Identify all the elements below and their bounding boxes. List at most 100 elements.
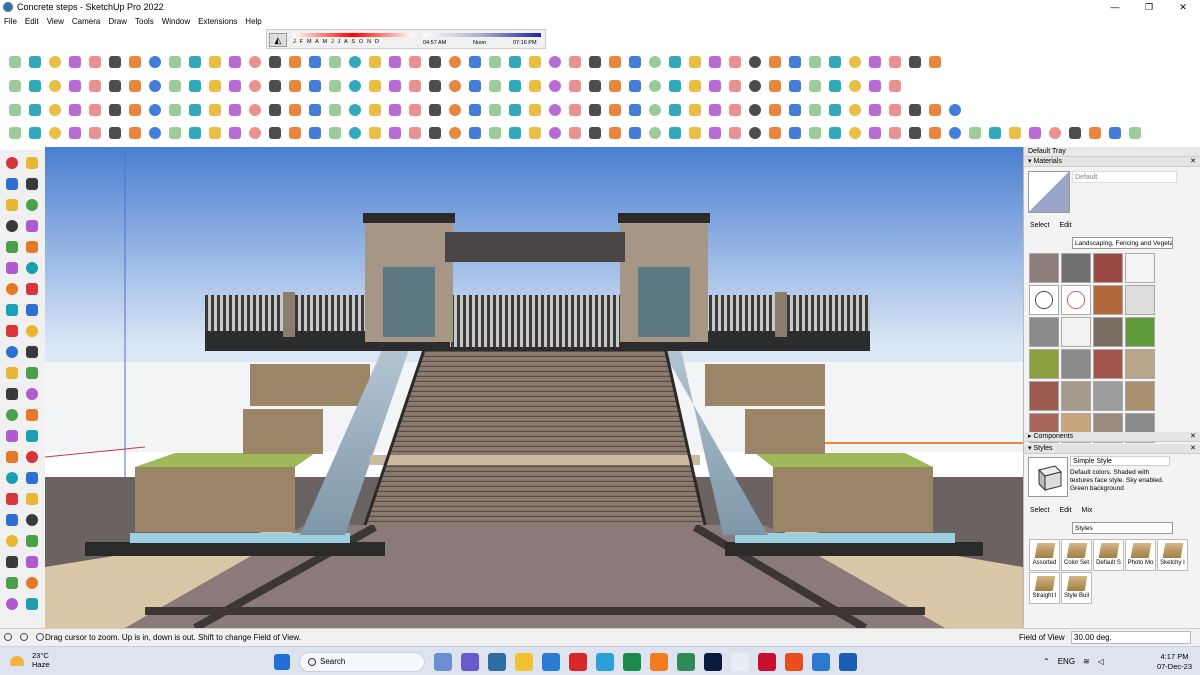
maximize-button[interactable]: ❐	[1132, 0, 1166, 14]
menu-window[interactable]: Window	[158, 17, 194, 26]
toolbar-tool-icon[interactable]	[26, 102, 43, 119]
style-name-field[interactable]: Simple Style	[1070, 456, 1170, 466]
toolbar-tool-icon[interactable]	[826, 102, 843, 119]
toolbar-tool-icon[interactable]	[646, 102, 663, 119]
toolbar-tool-icon[interactable]	[246, 125, 263, 142]
large-tool-icon[interactable]	[3, 490, 20, 507]
toolbar-tool-icon[interactable]	[886, 102, 903, 119]
toolbar-tool-icon[interactable]	[626, 78, 643, 95]
toolbar-tool-icon[interactable]	[46, 102, 63, 119]
components-panel-header[interactable]: ▸ Components ✕	[1024, 432, 1200, 442]
style-collection-straight[interactable]: Straight I	[1029, 572, 1060, 604]
toolbar-tool-icon[interactable]	[546, 102, 563, 119]
toolbar-tool-icon[interactable]	[746, 78, 763, 95]
toolbar-tool-icon[interactable]	[446, 78, 463, 95]
toolbar-tool-icon[interactable]	[946, 125, 963, 142]
styles-panel-header[interactable]: ▾ Styles ✕	[1024, 444, 1200, 454]
toolbar-tool-icon[interactable]	[506, 54, 523, 71]
start-menu-icon[interactable]	[274, 654, 290, 670]
toolbar-tool-icon[interactable]	[466, 78, 483, 95]
material-swatch[interactable]	[1125, 349, 1155, 379]
toolbar-tool-icon[interactable]	[906, 54, 923, 71]
account-icon[interactable]	[36, 633, 44, 641]
toolbar-tool-icon[interactable]	[906, 125, 923, 142]
toolbar-tool-icon[interactable]	[306, 78, 323, 95]
material-swatch[interactable]	[1093, 349, 1123, 379]
toolbar-tool-icon[interactable]	[206, 54, 223, 71]
toolbar-tool-icon[interactable]	[326, 78, 343, 95]
toolbar-tool-icon[interactable]	[166, 125, 183, 142]
toolbar-tool-icon[interactable]	[246, 102, 263, 119]
chevron-up-icon[interactable]: ⌃	[1043, 657, 1050, 666]
toolbar-tool-icon[interactable]	[946, 102, 963, 119]
toolbar-tool-icon[interactable]	[406, 102, 423, 119]
styles-library-dropdown[interactable]: Styles	[1072, 522, 1173, 534]
large-tool-icon[interactable]	[3, 595, 20, 612]
large-tool-icon[interactable]	[3, 448, 20, 465]
toolbar-tool-icon[interactable]	[726, 102, 743, 119]
large-tool-icon[interactable]	[3, 238, 20, 255]
materials-panel-header[interactable]: ▾ Materials ✕	[1024, 157, 1200, 167]
large-tool-icon[interactable]	[23, 301, 40, 318]
toolbar-tool-icon[interactable]	[26, 78, 43, 95]
toolbar-tool-icon[interactable]	[666, 102, 683, 119]
shadow-toggle-icon[interactable]: ◭	[269, 33, 287, 47]
toolbar-tool-icon[interactable]	[526, 102, 543, 119]
menu-tools[interactable]: Tools	[131, 17, 158, 26]
toolbar-tool-icon[interactable]	[386, 125, 403, 142]
toolbar-tool-icon[interactable]	[66, 102, 83, 119]
toolbar-tool-icon[interactable]	[866, 54, 883, 71]
large-tool-icon[interactable]	[23, 511, 40, 528]
toolbar-tool-icon[interactable]	[206, 125, 223, 142]
material-swatch[interactable]	[1093, 317, 1123, 347]
large-tool-icon[interactable]	[23, 469, 40, 486]
toolbar-tool-icon[interactable]	[566, 125, 583, 142]
toolbar-tool-icon[interactable]	[126, 102, 143, 119]
volume-icon[interactable]: ◁	[1098, 657, 1104, 666]
toolbar-tool-icon[interactable]	[246, 78, 263, 95]
style-collection-assorted[interactable]: Assorted	[1029, 539, 1060, 571]
language-indicator[interactable]: ENG	[1058, 657, 1075, 666]
large-tool-icon[interactable]	[3, 511, 20, 528]
wifi-icon[interactable]: ≋	[1083, 657, 1090, 666]
toolbar-tool-icon[interactable]	[606, 78, 623, 95]
task-view-icon[interactable]	[488, 653, 506, 671]
toolbar-tool-icon[interactable]	[646, 78, 663, 95]
toolbar-tool-icon[interactable]	[586, 125, 603, 142]
material-swatch[interactable]	[1061, 253, 1091, 283]
toolbar-tool-icon[interactable]	[766, 102, 783, 119]
toolbar-tool-icon[interactable]	[486, 78, 503, 95]
menu-help[interactable]: Help	[241, 17, 265, 26]
toolbar-tool-icon[interactable]	[126, 125, 143, 142]
material-swatch[interactable]	[1125, 253, 1155, 283]
toolbar-tool-icon[interactable]	[646, 54, 663, 71]
toolbar-tool-icon[interactable]	[386, 78, 403, 95]
large-tool-icon[interactable]	[3, 322, 20, 339]
toolbar-tool-icon[interactable]	[706, 102, 723, 119]
toolbar-tool-icon[interactable]	[446, 54, 463, 71]
toolbar-tool-icon[interactable]	[386, 102, 403, 119]
toolbar-tool-icon[interactable]	[1106, 125, 1123, 142]
toolbar-tool-icon[interactable]	[566, 78, 583, 95]
large-tool-icon[interactable]	[23, 154, 40, 171]
toolbar-tool-icon[interactable]	[686, 102, 703, 119]
toolbar-tool-icon[interactable]	[566, 54, 583, 71]
close-icon[interactable]: ✕	[1190, 432, 1196, 442]
toolbar-tool-icon[interactable]	[686, 125, 703, 142]
pinterest-icon[interactable]	[758, 653, 776, 671]
teams-icon[interactable]	[461, 653, 479, 671]
toolbar-tool-icon[interactable]	[866, 102, 883, 119]
large-tool-icon[interactable]	[23, 322, 40, 339]
toolbar-tool-icon[interactable]	[286, 125, 303, 142]
toolbar-tool-icon[interactable]	[106, 102, 123, 119]
menu-draw[interactable]: Draw	[104, 17, 131, 26]
large-tool-icon[interactable]	[3, 469, 20, 486]
toolbar-tool-icon[interactable]	[926, 54, 943, 71]
toolbar-tool-icon[interactable]	[246, 54, 263, 71]
layout-icon[interactable]	[839, 653, 857, 671]
material-preview[interactable]	[1028, 171, 1070, 213]
toolbar-tool-icon[interactable]	[846, 125, 863, 142]
toolbar-tool-icon[interactable]	[486, 54, 503, 71]
toolbar-tool-icon[interactable]	[866, 125, 883, 142]
toolbar-tool-icon[interactable]	[726, 78, 743, 95]
